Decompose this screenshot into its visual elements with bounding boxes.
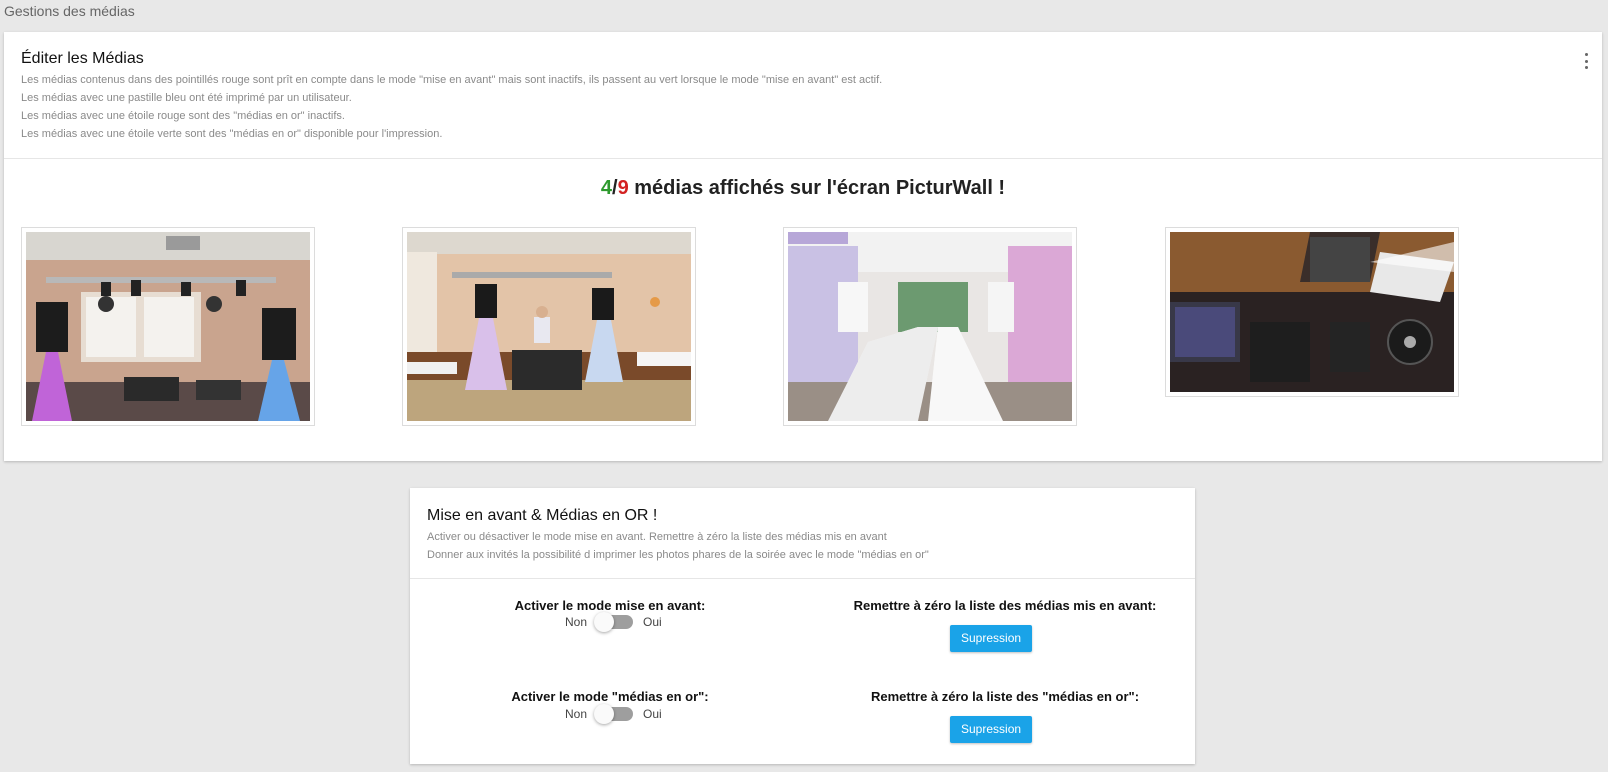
reset-gold-button[interactable]: Supression	[950, 716, 1033, 743]
gold-mode-on-label: Oui	[643, 707, 662, 721]
media-editor-title: Éditer les Médias	[21, 50, 144, 67]
media-thumbnail-4[interactable]	[1165, 227, 1459, 397]
highlight-mode-label: Activer le mode mise en avant:	[514, 598, 706, 613]
shown-count: 4	[600, 177, 613, 199]
media-editor-desc-3: Les médias avec une étoile rouge sont de…	[21, 110, 345, 122]
gold-mode-label: Activer le mode "médias en or":	[511, 689, 709, 704]
featured-desc-1: Activer ou désactiver le mode mise en av…	[427, 531, 887, 543]
media-photo-4	[1170, 232, 1454, 392]
media-editor-desc-4: Les médias avec une étoile verte sont de…	[21, 128, 443, 140]
featured-header: Mise en avant & Médias en OR ! Activer o…	[410, 488, 1195, 579]
highlight-mode-off-label: Non	[565, 615, 588, 629]
featured-card: Mise en avant & Médias en OR ! Activer o…	[410, 488, 1195, 764]
media-thumbnail-3[interactable]	[783, 227, 1077, 426]
reset-highlight-label: Remettre à zéro la liste des médias mis …	[853, 598, 1157, 613]
featured-title: Mise en avant & Médias en OR !	[427, 507, 658, 524]
page-title: Gestions des médias	[4, 3, 135, 19]
media-photo-3	[788, 232, 1072, 421]
media-editor-header: Éditer les Médias Les médias contenus da…	[4, 32, 1602, 159]
media-counter: 4/9 médias affichés sur l'écran PicturWa…	[4, 177, 1602, 200]
highlight-mode-toggle[interactable]	[594, 612, 634, 632]
gold-mode-off-label: Non	[565, 707, 588, 721]
more-vert-icon[interactable]	[1580, 53, 1592, 69]
highlight-mode-on-label: Oui	[643, 615, 662, 629]
highlight-mode-toggle-group: Non Oui	[565, 612, 662, 632]
media-photo-1	[26, 232, 310, 421]
reset-gold-label: Remettre à zéro la liste des "médias en …	[870, 689, 1140, 704]
media-editor-desc-1: Les médias contenus dans des pointillés …	[21, 74, 883, 86]
media-thumbnail-1[interactable]	[21, 227, 315, 426]
gold-mode-toggle[interactable]	[594, 704, 634, 724]
total-count: 9	[617, 177, 629, 199]
counter-suffix: médias affichés sur l'écran PicturWall !	[628, 177, 1006, 199]
media-editor-desc-2: Les médias avec une pastille bleu ont ét…	[21, 92, 352, 104]
reset-highlight-button[interactable]: Supression	[950, 625, 1033, 652]
media-thumbnail-2[interactable]	[402, 227, 696, 426]
gold-mode-toggle-group: Non Oui	[565, 704, 662, 724]
featured-desc-2: Donner aux invités la possibilité d impr…	[427, 549, 929, 561]
media-photo-2	[407, 232, 691, 421]
media-editor-card: Éditer les Médias Les médias contenus da…	[4, 32, 1602, 461]
